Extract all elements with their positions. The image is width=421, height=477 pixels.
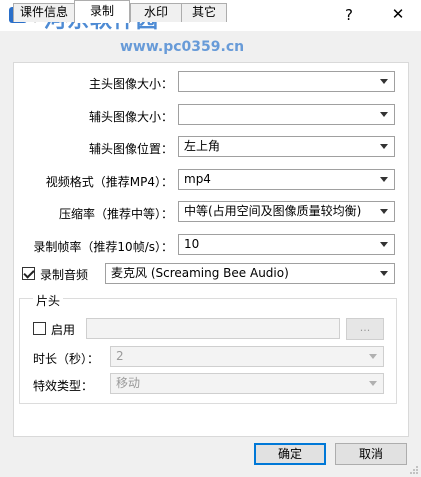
- tab-course-info[interactable]: 课件信息: [13, 3, 75, 22]
- intro-browse-button[interactable]: ...: [346, 318, 384, 340]
- watermark-url: www.pc0359.cn: [120, 39, 245, 55]
- video-format-label: 视频格式（推荐MP4）：: [45, 175, 173, 189]
- intro-enable-label: 启用: [51, 323, 76, 337]
- resize-grip-icon[interactable]: [409, 465, 419, 475]
- intro-duration-select[interactable]: 2: [110, 346, 384, 367]
- aux-image-position-label: 辅头图像位置：: [88, 142, 173, 156]
- chevron-down-icon: [380, 209, 388, 214]
- tab-watermark[interactable]: 水印: [130, 3, 182, 22]
- chevron-down-icon: [380, 242, 388, 247]
- tab-other[interactable]: 其它: [181, 3, 227, 22]
- audio-device-select[interactable]: 麦克风 (Screaming Bee Audio): [105, 263, 395, 284]
- chevron-down-icon: [380, 79, 388, 84]
- chevron-down-icon: [380, 112, 388, 117]
- chevron-down-icon: [369, 354, 377, 359]
- chevron-down-icon: [380, 177, 388, 182]
- record-audio-checkbox[interactable]: [22, 267, 35, 280]
- video-format-value: mp4: [184, 172, 211, 186]
- compression-label: 压缩率（推荐中等）：: [58, 207, 173, 221]
- main-image-size-select[interactable]: [178, 71, 395, 92]
- aux-image-size-select[interactable]: [178, 104, 395, 125]
- close-button[interactable]: ✕: [387, 5, 409, 23]
- intro-enable-checkbox[interactable]: [33, 322, 46, 335]
- frame-rate-value: 10: [184, 237, 200, 251]
- intro-group-title: 片头: [33, 292, 64, 309]
- intro-effect-label: 特效类型：: [33, 379, 94, 393]
- compression-select[interactable]: 中等(占用空间及图像质量较均衡): [178, 201, 395, 222]
- intro-file-input[interactable]: [86, 318, 340, 339]
- frame-rate-select[interactable]: 10: [178, 234, 395, 255]
- ok-button[interactable]: 确定: [254, 443, 326, 465]
- record-audio-label: 录制音频: [40, 268, 89, 282]
- chevron-down-icon: [369, 381, 377, 386]
- intro-duration-value: 2: [116, 349, 124, 363]
- intro-effect-select[interactable]: 移动: [110, 373, 384, 394]
- aux-image-position-select[interactable]: 左上角: [178, 136, 395, 157]
- chevron-down-icon: [380, 144, 388, 149]
- main-image-size-label: 主头图像大小：: [88, 77, 173, 91]
- compression-value: 中等(占用空间及图像质量较均衡): [184, 204, 362, 218]
- audio-device-value: 麦克风 (Screaming Bee Audio): [111, 266, 289, 280]
- tab-record[interactable]: 录制: [74, 0, 130, 23]
- frame-rate-label: 录制帧率（推荐10帧/s）：: [33, 240, 173, 254]
- aux-image-position-value: 左上角: [184, 139, 221, 153]
- video-format-select[interactable]: mp4: [178, 169, 395, 190]
- intro-effect-value: 移动: [116, 376, 141, 390]
- cancel-button[interactable]: 取消: [335, 443, 407, 465]
- intro-duration-label: 时长（秒）：: [33, 352, 100, 366]
- aux-image-size-label: 辅头图像大小：: [88, 110, 173, 124]
- chevron-down-icon: [380, 271, 388, 276]
- help-button[interactable]: ?: [339, 6, 359, 24]
